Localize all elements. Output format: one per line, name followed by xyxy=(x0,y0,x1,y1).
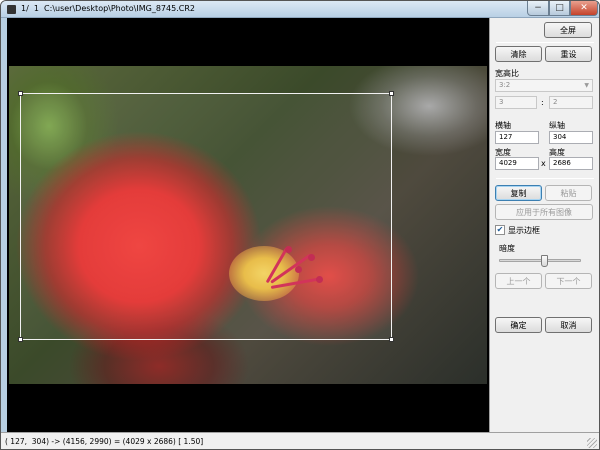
crop-handle-bottom-left[interactable] xyxy=(18,337,23,342)
clear-button[interactable]: 清除 xyxy=(495,46,542,62)
crop-handle-bottom-right[interactable] xyxy=(389,337,394,342)
crop-handle-top-right[interactable] xyxy=(389,91,394,96)
y-axis-field[interactable]: 304 xyxy=(549,131,593,144)
darkness-slider-thumb[interactable] xyxy=(540,255,548,267)
previous-button[interactable]: 上一个 xyxy=(495,273,542,289)
resize-grip-icon[interactable] xyxy=(587,438,597,448)
aspect-width-field[interactable]: 3 xyxy=(495,96,537,109)
aspect-ratio-value: 3:2 xyxy=(499,81,511,89)
aspect-height-field[interactable]: 2 xyxy=(549,96,593,109)
aspect-ratio-label: 宽高比 xyxy=(495,69,519,78)
show-border-label: 显示边框 xyxy=(508,226,540,235)
crop-settings-panel: 全屏 清除 重设 宽高比 3:2 ▼ 3 : 2 横轴 纵轴 127 304 宽… xyxy=(489,18,599,432)
aspect-colon: : xyxy=(541,98,544,107)
x-axis-label: 横轴 xyxy=(495,121,511,130)
y-axis-label: 纵轴 xyxy=(549,121,565,130)
show-border-checkbox[interactable]: ✔ xyxy=(495,225,505,235)
times-sign: x xyxy=(541,159,546,168)
status-bar: ( 127, 304) -> (4156, 2990) = (4029 x 26… xyxy=(1,432,599,449)
aspect-ratio-select[interactable]: 3:2 ▼ xyxy=(495,79,593,92)
title-bar[interactable]: 1/ 1 C:\user\Desktop\Photo\IMG_8745.CR2 … xyxy=(1,1,599,18)
window-title: 1/ 1 C:\user\Desktop\Photo\IMG_8745.CR2 xyxy=(21,4,195,13)
minimize-button[interactable]: − xyxy=(527,1,549,16)
next-button[interactable]: 下一个 xyxy=(545,273,592,289)
crop-window: 1/ 1 C:\user\Desktop\Photo\IMG_8745.CR2 … xyxy=(0,0,600,450)
height-field[interactable]: 2686 xyxy=(549,157,593,170)
crop-handle-top-left[interactable] xyxy=(18,91,23,96)
x-axis-field[interactable]: 127 xyxy=(495,131,539,144)
ok-button[interactable]: 确定 xyxy=(495,317,542,333)
apply-to-all-button[interactable]: 应用于所有图像 xyxy=(495,204,593,220)
close-button[interactable]: ✕ xyxy=(570,1,598,16)
crop-rectangle[interactable] xyxy=(18,91,394,342)
dropdown-arrow-icon: ▼ xyxy=(584,82,589,89)
darkness-label: 暗度 xyxy=(499,244,515,253)
cancel-button[interactable]: 取消 xyxy=(545,317,592,333)
image-viewer[interactable] xyxy=(7,18,489,432)
paste-button[interactable]: 粘贴 xyxy=(545,185,592,201)
separator xyxy=(496,42,594,43)
crop-coordinates-status: ( 127, 304) -> (4156, 2990) = (4029 x 26… xyxy=(5,437,204,446)
separator xyxy=(496,178,594,179)
width-field[interactable]: 4029 xyxy=(495,157,539,170)
reset-button[interactable]: 重设 xyxy=(545,46,592,62)
check-icon: ✔ xyxy=(496,225,504,234)
app-icon xyxy=(7,5,16,14)
fullscreen-button[interactable]: 全屏 xyxy=(544,22,592,38)
maximize-button[interactable]: □ xyxy=(549,1,570,16)
copy-button[interactable]: 复制 xyxy=(495,185,542,201)
